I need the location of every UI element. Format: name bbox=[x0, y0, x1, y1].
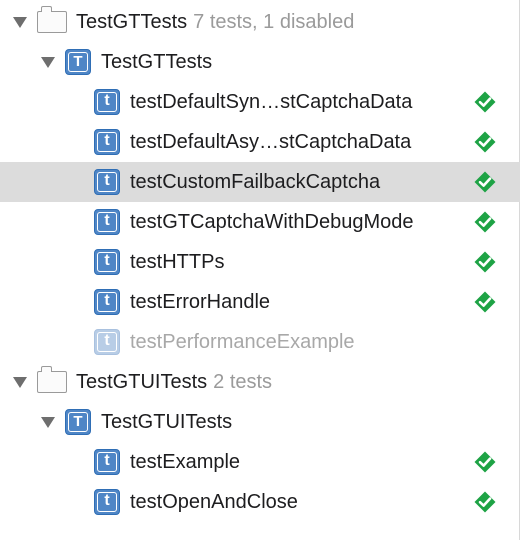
test-name: testCustomFailbackCaptcha bbox=[130, 170, 381, 193]
bundle-test-count: 7 tests, 1 disabled bbox=[193, 10, 355, 33]
disclosure-triangle-icon[interactable] bbox=[41, 416, 55, 428]
test-method-icon: t bbox=[94, 89, 120, 115]
disclosure-triangle-icon[interactable] bbox=[13, 376, 27, 388]
bundle-row-testgtuitests[interactable]: TestGTUITests 2 tests bbox=[0, 362, 520, 402]
test-method-icon: t bbox=[94, 169, 120, 195]
test-class-icon: T bbox=[65, 49, 91, 75]
test-method-icon: t bbox=[94, 289, 120, 315]
test-method-icon: t bbox=[94, 129, 120, 155]
test-name: testDefaultAsy…stCaptchaData bbox=[130, 130, 412, 153]
passed-checkmark-icon[interactable] bbox=[474, 251, 496, 273]
passed-checkmark-icon[interactable] bbox=[474, 91, 496, 113]
test-row[interactable]: t testErrorHandle bbox=[0, 282, 520, 322]
test-row[interactable]: t testDefaultSyn…stCaptchaData bbox=[0, 82, 520, 122]
test-class-icon: T bbox=[65, 409, 91, 435]
test-name: testHTTPs bbox=[130, 250, 225, 273]
test-bundle-icon bbox=[37, 6, 67, 33]
passed-checkmark-icon[interactable] bbox=[474, 171, 496, 193]
test-row[interactable]: t testGTCaptchaWithDebugMode bbox=[0, 202, 520, 242]
test-row-selected[interactable]: t testCustomFailbackCaptcha bbox=[0, 162, 520, 202]
test-row[interactable]: t testDefaultAsy…stCaptchaData bbox=[0, 122, 520, 162]
disclosure-triangle-icon[interactable] bbox=[41, 56, 55, 68]
test-navigator: TestGTTests 7 tests, 1 disabled T TestGT… bbox=[0, 0, 520, 540]
test-name: testGTCaptchaWithDebugMode bbox=[130, 210, 414, 233]
bundle-test-count: 2 tests bbox=[213, 370, 273, 393]
class-row-testgtuitests[interactable]: T TestGTUITests bbox=[0, 402, 520, 442]
test-method-icon: t bbox=[94, 209, 120, 235]
bundle-row-testgttests[interactable]: TestGTTests 7 tests, 1 disabled bbox=[0, 2, 520, 42]
test-method-icon: t bbox=[94, 249, 120, 275]
test-name: testErrorHandle bbox=[130, 290, 271, 313]
test-method-icon: t bbox=[94, 489, 120, 515]
test-method-icon: t bbox=[94, 449, 120, 475]
test-bundle-icon bbox=[37, 366, 67, 393]
passed-checkmark-icon[interactable] bbox=[474, 491, 496, 513]
disclosure-triangle-icon[interactable] bbox=[13, 16, 27, 28]
class-row-testgttests[interactable]: T TestGTTests bbox=[0, 42, 520, 82]
test-row[interactable]: t testHTTPs bbox=[0, 242, 520, 282]
class-name: TestGTTests bbox=[101, 50, 213, 73]
bundle-name: TestGTTests bbox=[76, 10, 188, 33]
test-name: testDefaultSyn…stCaptchaData bbox=[130, 90, 413, 113]
test-name: testExample bbox=[130, 450, 241, 473]
passed-checkmark-icon[interactable] bbox=[474, 291, 496, 313]
bundle-name: TestGTUITests bbox=[76, 370, 208, 393]
passed-checkmark-icon[interactable] bbox=[474, 131, 496, 153]
test-row[interactable]: t testOpenAndClose bbox=[0, 482, 520, 522]
passed-checkmark-icon[interactable] bbox=[474, 211, 496, 233]
test-row[interactable]: t testExample bbox=[0, 442, 520, 482]
class-name: TestGTUITests bbox=[101, 410, 233, 433]
passed-checkmark-icon[interactable] bbox=[474, 451, 496, 473]
test-name: testPerformanceExample bbox=[130, 330, 355, 353]
test-method-icon: t bbox=[94, 329, 120, 355]
test-name: testOpenAndClose bbox=[130, 490, 298, 513]
test-row-disabled[interactable]: t testPerformanceExample bbox=[0, 322, 520, 362]
